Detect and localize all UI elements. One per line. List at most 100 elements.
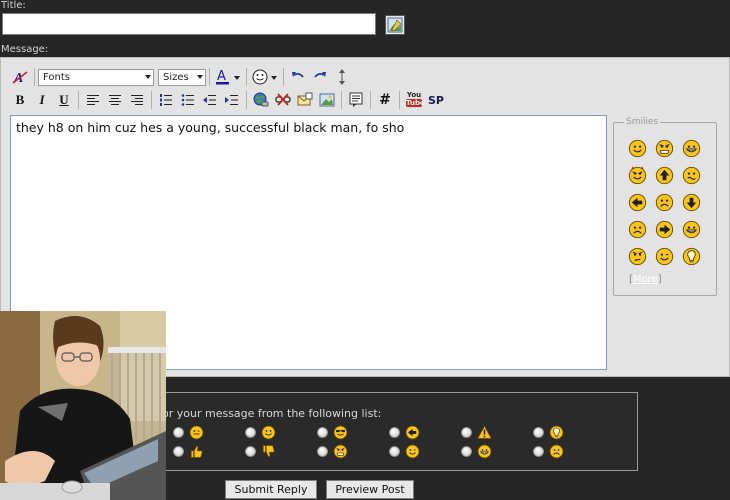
toolbar-separator (370, 91, 371, 109)
more-smilies-label: More (632, 274, 658, 285)
post-icon-radio[interactable] (245, 446, 256, 457)
smilie-confused[interactable] (682, 166, 701, 185)
italic-button[interactable]: I (31, 89, 53, 111)
quote-button[interactable] (345, 89, 367, 111)
font-color-button[interactable]: A (213, 66, 243, 88)
left-arrow-icon (405, 425, 420, 440)
insert-image-button[interactable] (316, 89, 338, 111)
youtube-label-bottom: Tube (406, 99, 425, 107)
left-arrow-icon (628, 193, 647, 212)
unlink-icon (275, 93, 291, 106)
smilie-icon (252, 69, 277, 85)
thumbs-down-icon (262, 445, 275, 458)
undo-button[interactable] (287, 66, 309, 88)
size-select[interactable]: Sizes (158, 68, 206, 86)
submit-reply-button[interactable]: Submit Reply (225, 480, 317, 499)
smilie-devil[interactable] (628, 166, 647, 185)
post-icon-radio[interactable] (461, 427, 472, 438)
smile-icon (261, 425, 276, 440)
size-select-value: Sizes (163, 71, 189, 83)
smilie-grin[interactable] (682, 139, 701, 158)
undo-icon (292, 72, 304, 78)
idea-icon (549, 425, 564, 440)
down-arrow-icon (682, 193, 701, 212)
smilie-worried[interactable] (628, 247, 647, 266)
smilie-down-arrow[interactable] (682, 193, 701, 212)
toolbar-row-2: B I U # You Tube SP (9, 89, 447, 111)
youtube-button[interactable]: You Tube (403, 89, 425, 111)
post-icon-radio[interactable] (245, 427, 256, 438)
post-icon-thumbs-down (261, 444, 276, 459)
sp-button[interactable]: SP (425, 89, 447, 111)
align-left-button[interactable] (82, 89, 104, 111)
title-input[interactable] (2, 13, 376, 35)
toolbar-separator (283, 68, 284, 86)
smilie-sad[interactable] (655, 193, 674, 212)
remove-link-button[interactable] (272, 89, 294, 111)
post-icon-radio[interactable] (389, 427, 400, 438)
image-icon (387, 17, 403, 33)
svg-text:A: A (217, 69, 226, 84)
post-icon-label: or your message from the following list: (162, 407, 382, 420)
toolbar-separator (78, 91, 79, 109)
more-smilies-link[interactable]: [More] (629, 274, 662, 285)
photo-image (0, 311, 166, 500)
outdent-button[interactable] (199, 89, 221, 111)
smilie-mad[interactable] (655, 139, 674, 158)
post-icon-grin (477, 444, 492, 459)
post-icon-radio[interactable] (533, 427, 544, 438)
unordered-list-icon (181, 94, 194, 106)
smilie-up-arrow[interactable] (655, 166, 674, 185)
post-icon-left-arrow (405, 425, 420, 440)
post-icon-radio[interactable] (317, 446, 328, 457)
insert-link-button[interactable] (250, 89, 272, 111)
preview-post-button[interactable]: Preview Post (326, 480, 414, 499)
remove-format-button[interactable]: A (9, 66, 31, 88)
smile-icon (628, 139, 647, 158)
smilie-frown[interactable] (628, 220, 647, 239)
smilie-right-arrow[interactable] (655, 220, 674, 239)
align-center-button[interactable] (104, 89, 126, 111)
post-icon-radio[interactable] (317, 427, 328, 438)
sad-icon (655, 193, 674, 212)
unordered-list-button[interactable] (177, 89, 199, 111)
mad-icon (655, 139, 674, 158)
align-right-button[interactable] (126, 89, 148, 111)
underline-button[interactable]: U (53, 89, 75, 111)
post-icon-radio[interactable] (461, 446, 472, 457)
image-icon (319, 93, 335, 107)
big-grin-icon (682, 220, 701, 239)
insert-smilie-button[interactable] (250, 66, 280, 88)
smilie-wink[interactable] (655, 247, 674, 266)
smilie-big-grin[interactable] (682, 220, 701, 239)
title-label: Title: (1, 0, 26, 11)
ordered-list-button[interactable] (155, 89, 177, 111)
indent-icon (225, 95, 238, 105)
bold-button[interactable]: B (9, 89, 31, 111)
post-icon-radio[interactable] (173, 427, 184, 438)
smilie-left-arrow[interactable] (628, 193, 647, 212)
title-image-button[interactable] (385, 15, 405, 35)
grin-icon (682, 139, 701, 158)
post-icon-sad (549, 444, 564, 459)
smilies-panel: Smilies [More] (613, 117, 717, 296)
font-select-value: Fonts (43, 71, 70, 83)
post-icon-cool (333, 425, 348, 440)
frown-icon (628, 220, 647, 239)
globe-link-icon (253, 92, 269, 107)
resize-arrows-icon (339, 69, 345, 85)
toolbar-separator (34, 68, 35, 86)
post-icon-radio[interactable] (389, 446, 400, 457)
post-icon-radio[interactable] (533, 446, 544, 457)
devil-icon (628, 166, 647, 185)
resize-editor-button[interactable] (331, 66, 353, 88)
smilie-idea[interactable] (682, 247, 701, 266)
smilie-smile[interactable] (628, 139, 647, 158)
redo-button[interactable] (309, 66, 331, 88)
wink-icon (405, 444, 420, 459)
code-button[interactable]: # (374, 89, 396, 111)
insert-email-button[interactable] (294, 89, 316, 111)
font-select[interactable]: Fonts (38, 68, 154, 86)
post-icon-radio[interactable] (173, 446, 184, 457)
indent-button[interactable] (221, 89, 243, 111)
